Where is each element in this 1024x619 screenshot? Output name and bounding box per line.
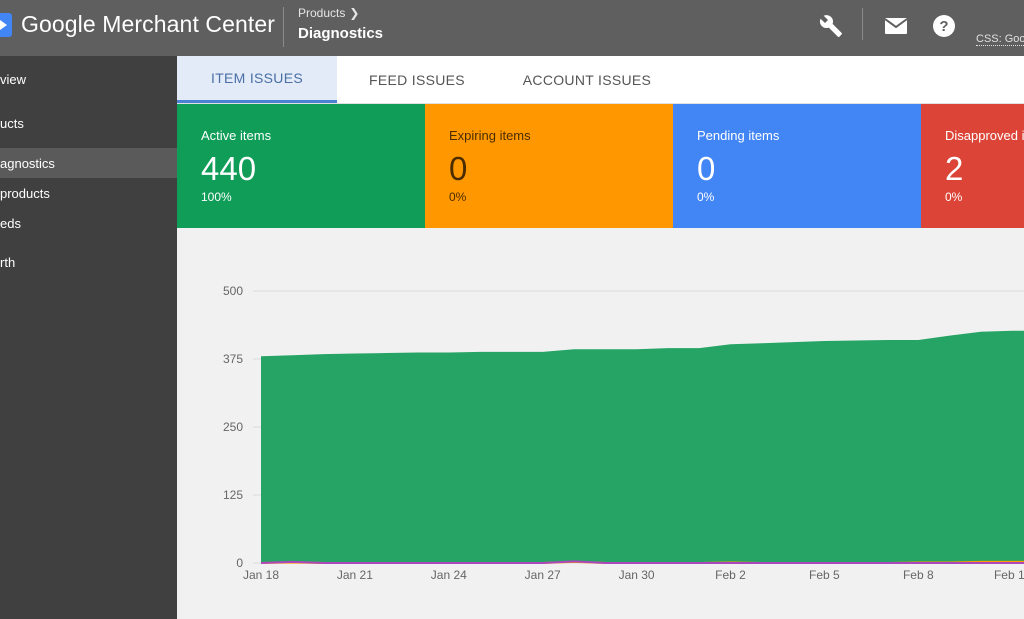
- header-divider: [283, 7, 284, 47]
- breadcrumb[interactable]: Products ❯: [298, 6, 359, 20]
- sidebar-item-overview[interactable]: view: [0, 66, 177, 94]
- x-tick-label: Feb 2: [715, 568, 746, 582]
- y-tick-label: 500: [223, 284, 243, 298]
- card-disapproved-items[interactable]: Disapproved i 2 0%: [921, 104, 1024, 228]
- tab-bar: ITEM ISSUES FEED ISSUES ACCOUNT ISSUES: [177, 56, 1024, 104]
- x-tick-label: Jan 24: [431, 568, 467, 582]
- items-history-chart: 0 125 250 375 500 Jan 18 Jan 21 Jan 24 Jan 27 Jan…: [177, 228, 1024, 619]
- x-tick-label: Jan 21: [337, 568, 373, 582]
- x-tick-label: Jan 27: [525, 568, 561, 582]
- card-label: Pending items: [697, 128, 780, 143]
- series-area-active-items[interactable]: [261, 330, 1024, 563]
- mail-icon: [884, 18, 908, 34]
- card-percentage: 100%: [201, 190, 232, 204]
- card-percentage: 0%: [449, 190, 467, 204]
- card-label: Active items: [201, 128, 272, 143]
- chevron-right-icon: ❯: [349, 6, 360, 20]
- account-css-label[interactable]: CSS: Goo: [976, 33, 1024, 46]
- merchant-center-logo-icon[interactable]: [0, 13, 12, 37]
- card-expiring-items[interactable]: Expiring items 0 0%: [425, 104, 673, 228]
- sidebar-item-label: eds: [0, 216, 21, 231]
- top-app-bar: Google Merchant Center Products ❯ Diagnos…: [0, 0, 1024, 56]
- x-tick-label: Feb 11: [994, 568, 1024, 582]
- x-tick-label: Feb 8: [903, 568, 934, 582]
- sidebar-item-diagnostics[interactable]: agnostics: [0, 148, 177, 178]
- tab-account-issues[interactable]: ACCOUNT ISSUES: [497, 56, 677, 103]
- sidebar-item-label: agnostics: [0, 156, 55, 171]
- card-pending-items[interactable]: Pending items 0 0%: [673, 104, 921, 228]
- wrench-icon: [819, 15, 842, 37]
- card-percentage: 0%: [945, 190, 963, 204]
- tools-wrench-button[interactable]: [817, 12, 845, 40]
- help-button[interactable]: ?: [930, 12, 958, 40]
- card-label: Disapproved i: [945, 128, 1024, 143]
- card-label: Expiring items: [449, 128, 531, 143]
- card-value: 0: [449, 150, 468, 187]
- x-tick-label: Jan 30: [619, 568, 655, 582]
- tab-feed-issues[interactable]: FEED ISSUES: [337, 56, 497, 103]
- notifications-mail-button[interactable]: [882, 12, 910, 40]
- sidebar: view ucts agnostics products eds rth: [0, 56, 177, 619]
- card-value: 2: [945, 150, 964, 187]
- card-percentage: 0%: [697, 190, 715, 204]
- sidebar-item-label: rth: [0, 255, 16, 270]
- page-title: Diagnostics: [298, 25, 384, 42]
- sidebar-item-label: products: [0, 186, 50, 201]
- app-title[interactable]: Google Merchant Center: [21, 11, 275, 38]
- svg-text:?: ?: [939, 18, 948, 35]
- y-tick-label: 375: [223, 352, 243, 366]
- sidebar-item-all-products[interactable]: products: [0, 180, 177, 206]
- sidebar-item-feeds[interactable]: eds: [0, 210, 177, 236]
- breadcrumb-products[interactable]: Products: [298, 6, 345, 20]
- sidebar-item-label: ucts: [0, 116, 24, 131]
- tab-item-issues[interactable]: ITEM ISSUES: [177, 56, 337, 103]
- sidebar-item-growth[interactable]: rth: [0, 248, 177, 276]
- x-tick-label: Jan 18: [243, 568, 279, 582]
- area-chart: 0125250375500Jan 18 Jan 21 Jan 24 Jan 27 Jan…: [223, 284, 1024, 582]
- y-tick-label: 125: [223, 488, 243, 502]
- sidebar-item-products[interactable]: ucts: [0, 110, 177, 138]
- header-divider-right: [862, 8, 863, 40]
- card-active-items[interactable]: Active items 440 100%: [177, 104, 425, 228]
- sidebar-item-label: view: [0, 72, 27, 87]
- card-value: 440: [201, 150, 257, 187]
- help-icon: ?: [933, 15, 955, 37]
- x-tick-label: Feb 5: [809, 568, 840, 582]
- y-tick-label: 250: [223, 420, 243, 434]
- card-value: 0: [697, 150, 716, 187]
